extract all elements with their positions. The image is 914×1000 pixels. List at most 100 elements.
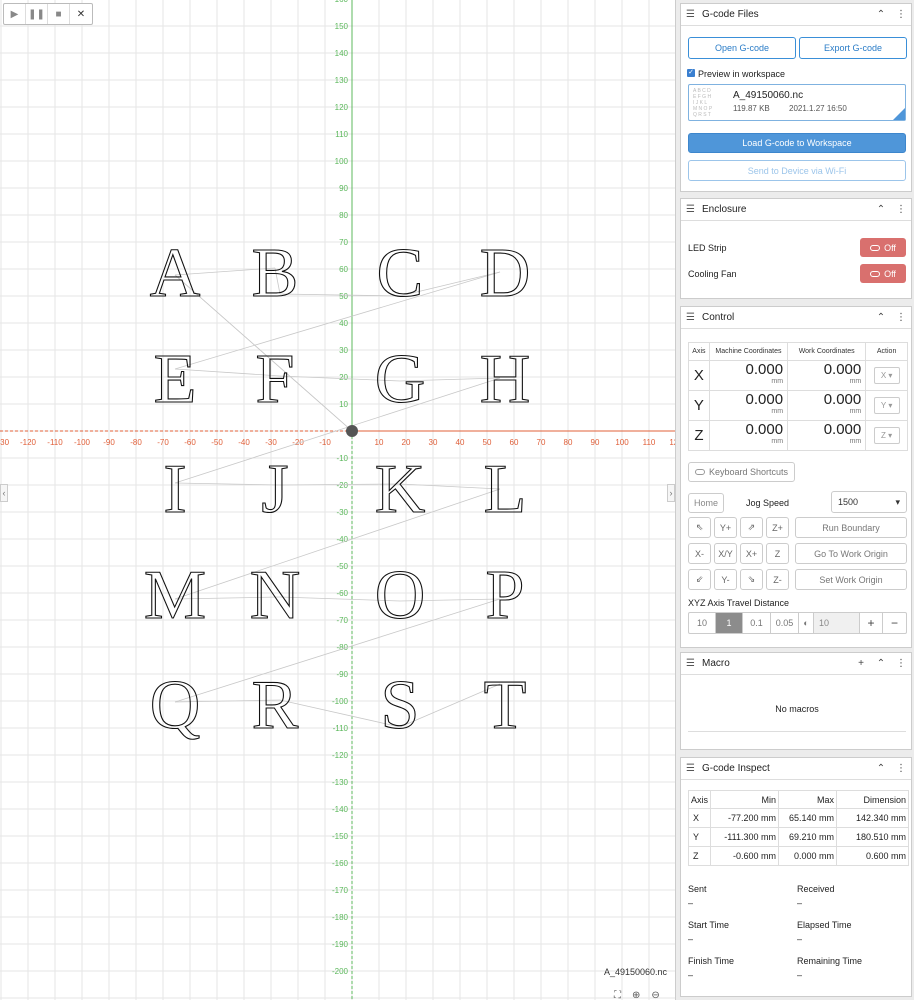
toggle-icon bbox=[870, 270, 881, 277]
jog-speed-select[interactable]: 1500 ▾ bbox=[831, 491, 907, 513]
chevron-left-icon[interactable]: ‹ bbox=[0, 484, 8, 502]
travel-path-line bbox=[174, 271, 501, 370]
led-strip-toggle[interactable]: Off bbox=[860, 238, 906, 257]
x-tick-label: -60 bbox=[184, 438, 196, 447]
jog-xplus-button[interactable]: X+ bbox=[740, 543, 763, 564]
jog-xplus-yplus-button[interactable]: ⇗ bbox=[740, 517, 763, 538]
toolpath-letter-e: E bbox=[154, 341, 197, 418]
go-to-work-origin-button[interactable]: Go To Work Origin bbox=[795, 543, 907, 564]
stat-value: – bbox=[797, 934, 803, 944]
menu-icon[interactable]: ☰ bbox=[686, 658, 696, 669]
x-tick-label: -80 bbox=[130, 438, 142, 447]
jog-xminus-yminus-button[interactable]: ⇙ bbox=[688, 569, 711, 590]
widget-header: ☰ G-code Inspect ⌃ ⋮ bbox=[681, 758, 911, 780]
jog-speed-label: Jog Speed bbox=[746, 498, 790, 508]
axis-action-dropdown[interactable]: X ▾ bbox=[873, 367, 900, 384]
more-icon[interactable]: ⋮ bbox=[891, 658, 911, 669]
collapse-icon[interactable]: ⌃ bbox=[871, 204, 891, 215]
travel-option[interactable]: 0.05 bbox=[771, 613, 799, 633]
col-header: Max bbox=[778, 790, 837, 809]
toggle-icon bbox=[694, 469, 705, 475]
more-icon[interactable]: ⋮ bbox=[891, 204, 911, 215]
stop-icon[interactable]: ■ bbox=[48, 4, 70, 24]
run-boundary-button[interactable]: Run Boundary bbox=[795, 517, 907, 538]
y-tick-label: -160 bbox=[332, 859, 349, 868]
keyboard-shortcuts-button[interactable]: Keyboard Shortcuts bbox=[688, 462, 795, 482]
y-tick-label: -140 bbox=[332, 805, 349, 814]
widget-header: ☰ G-code Files ⌃ ⋮ bbox=[681, 4, 911, 26]
cooling-fan-toggle[interactable]: Off bbox=[860, 264, 906, 283]
col-header: Axis bbox=[688, 342, 710, 361]
load-to-workspace-button[interactable]: Load G-code to Workspace bbox=[688, 133, 906, 153]
y-tick-label: 20 bbox=[339, 373, 348, 382]
x-tick-label: -90 bbox=[103, 438, 115, 447]
minus-icon[interactable]: − bbox=[883, 613, 906, 633]
toolpath-letter-s: S bbox=[381, 667, 420, 744]
jog-zplus-button[interactable]: Z+ bbox=[766, 517, 789, 538]
set-work-origin-button[interactable]: Set Work Origin bbox=[795, 569, 907, 590]
jog-zminus-button[interactable]: Z- bbox=[766, 569, 789, 590]
work-coord: 0.000 bbox=[823, 390, 862, 408]
pause-icon[interactable]: ❚❚ bbox=[26, 4, 48, 24]
jog-yminus-button[interactable]: Y- bbox=[714, 569, 737, 590]
y-tick-label: 150 bbox=[335, 22, 349, 31]
jog-xminus-button[interactable]: X- bbox=[688, 543, 711, 564]
jog-xy-origin-button[interactable]: X/Y bbox=[714, 543, 737, 564]
more-icon[interactable]: ⋮ bbox=[891, 763, 911, 774]
menu-icon[interactable]: ☰ bbox=[686, 9, 696, 20]
x-tick-label: 110 bbox=[643, 438, 656, 447]
zoom-out-icon[interactable]: ⊖ bbox=[651, 990, 659, 1000]
widget-title: G-code Files bbox=[702, 9, 759, 20]
jog-z-origin-button[interactable]: Z bbox=[766, 543, 789, 564]
cooling-fan-label: Cooling Fan bbox=[688, 269, 737, 279]
stat-label: Elapsed Time bbox=[797, 920, 852, 930]
y-tick-label: -200 bbox=[332, 967, 349, 976]
x-tick-label: -40 bbox=[238, 438, 250, 447]
menu-icon[interactable]: ☰ bbox=[686, 204, 696, 215]
export-gcode-button[interactable]: Export G-code bbox=[799, 37, 907, 59]
toolpath-letter-a: A bbox=[150, 235, 201, 312]
file-card[interactable]: A B C DE F G HI J K LM N O PQ R S T A_49… bbox=[688, 84, 906, 121]
grid-canvas[interactable]: -130 -120 -110 -100 -90 -80 -70 -60 -50 -40 -30 -20… bbox=[0, 0, 675, 1000]
toolpath-letter-c: C bbox=[377, 235, 424, 312]
y-tick-label: 160 bbox=[335, 0, 349, 4]
add-icon[interactable]: + bbox=[851, 658, 871, 669]
more-icon[interactable]: ⋮ bbox=[891, 9, 911, 20]
axis-action-dropdown[interactable]: Z ▾ bbox=[873, 427, 900, 444]
chevron-right-icon[interactable]: › bbox=[667, 484, 675, 502]
play-icon[interactable]: ▶ bbox=[4, 4, 26, 24]
dimension-cell: 0.600 mm bbox=[836, 846, 909, 866]
menu-icon[interactable]: ☰ bbox=[686, 312, 696, 323]
travel-option[interactable]: 10 bbox=[689, 613, 716, 633]
travel-option-selected[interactable]: 1 bbox=[716, 613, 743, 633]
jog-xplus-yminus-button[interactable]: ⇘ bbox=[740, 569, 763, 590]
collapse-icon[interactable]: ⌃ bbox=[871, 312, 891, 323]
zoom-in-icon[interactable]: ⊕ bbox=[632, 990, 640, 1000]
stat-value: – bbox=[688, 898, 694, 908]
stat-value: – bbox=[688, 934, 694, 944]
custom-distance-input[interactable]: 10 bbox=[814, 613, 860, 633]
y-tick-label: 130 bbox=[335, 76, 349, 85]
plus-icon[interactable]: + bbox=[860, 613, 883, 633]
menu-icon[interactable]: ☰ bbox=[686, 763, 696, 774]
home-button[interactable]: Home bbox=[688, 493, 724, 513]
axis-action-dropdown[interactable]: Y ▾ bbox=[873, 397, 900, 414]
preview-checkbox[interactable]: ✓ bbox=[687, 69, 695, 77]
close-icon[interactable]: ✕ bbox=[70, 4, 92, 24]
send-wifi-button[interactable]: Send to Device via Wi-Fi bbox=[688, 160, 906, 181]
more-icon[interactable]: ⋮ bbox=[891, 312, 911, 323]
jog-yplus-button[interactable]: Y+ bbox=[714, 517, 737, 538]
min-cell: -0.600 mm bbox=[710, 846, 779, 866]
x-tick-label: 70 bbox=[537, 438, 546, 447]
collapse-icon[interactable]: ⌃ bbox=[871, 763, 891, 774]
col-header: Dimension bbox=[836, 790, 909, 809]
open-gcode-button[interactable]: Open G-code bbox=[688, 37, 796, 59]
custom-distance-icon[interactable]: ◐ bbox=[799, 613, 814, 633]
jog-xminus-yplus-button[interactable]: ⇖ bbox=[688, 517, 711, 538]
fit-view-icon[interactable]: ⛶ bbox=[614, 990, 621, 1000]
travel-option[interactable]: 0.1 bbox=[743, 613, 771, 633]
y-tick-label: -60 bbox=[336, 589, 348, 598]
workspace-canvas[interactable]: -130 -120 -110 -100 -90 -80 -70 -60 -50 -40 -30 -20… bbox=[0, 0, 675, 1000]
collapse-icon[interactable]: ⌃ bbox=[871, 658, 891, 669]
collapse-icon[interactable]: ⌃ bbox=[871, 9, 891, 20]
